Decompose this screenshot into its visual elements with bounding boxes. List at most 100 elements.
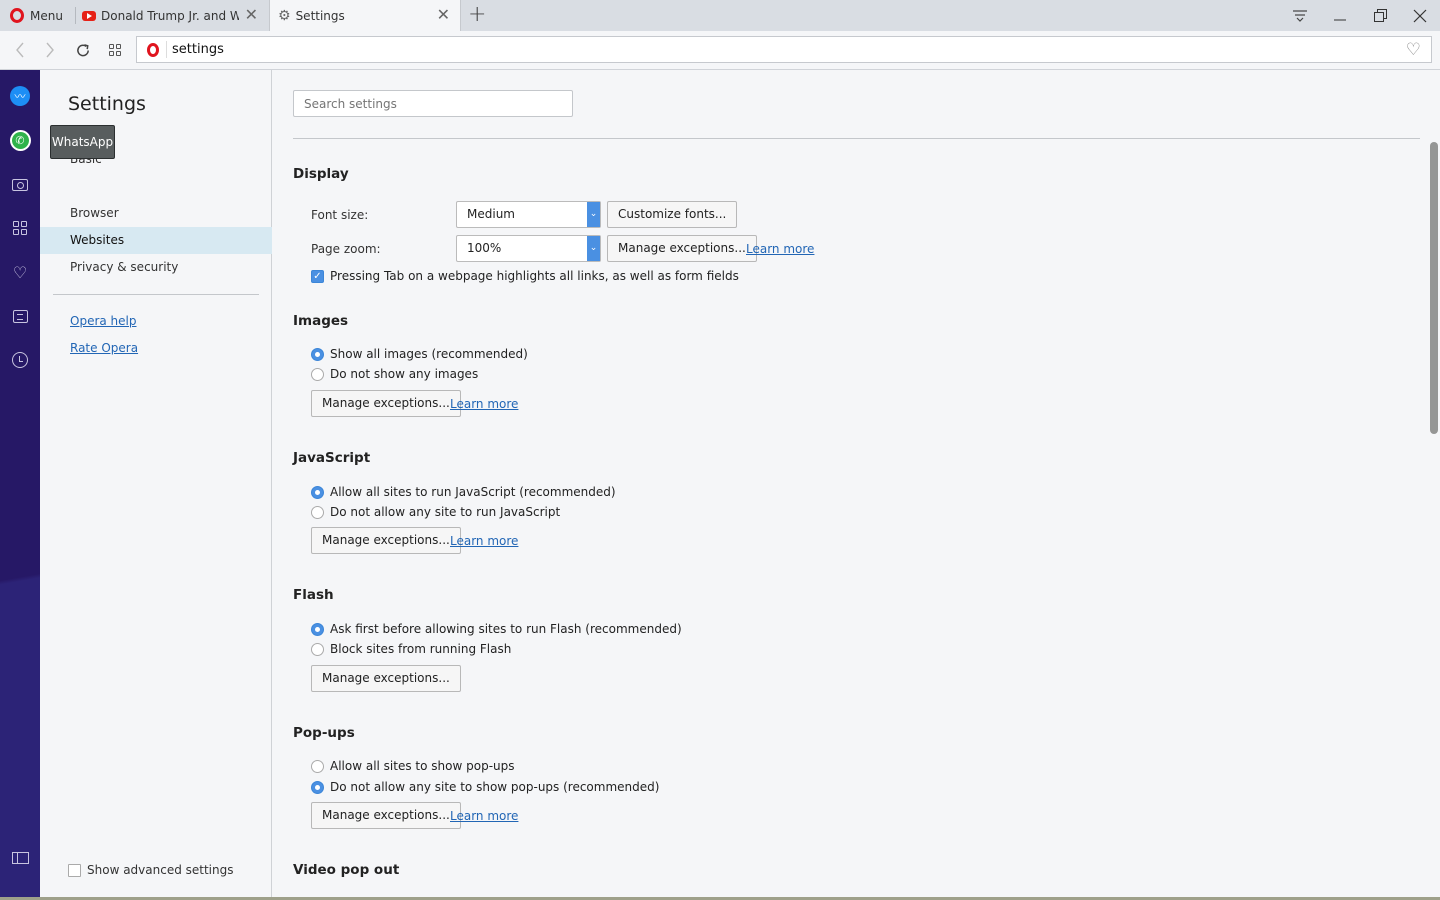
zoom-learn-more-link[interactable]: Learn more: [746, 242, 814, 256]
chevron-down-icon: ⌄: [587, 202, 600, 227]
option-label: Show all images (recommended): [330, 347, 528, 361]
forward-button[interactable]: [39, 39, 61, 61]
show-advanced-settings[interactable]: Show advanced settings: [68, 863, 234, 877]
popups-option-block[interactable]: Do not allow any site to show pop-ups (r…: [311, 780, 659, 794]
tab-highlight-checkbox[interactable]: ✓: [311, 269, 324, 283]
radio-unselected[interactable]: [311, 759, 324, 773]
history-button[interactable]: [9, 349, 31, 371]
tab-title: Donald Trump Jr. and WikiLeaks: [101, 8, 239, 23]
heart-icon: ♡: [12, 262, 28, 282]
close-window-icon[interactable]: [1400, 0, 1440, 31]
images-option-show[interactable]: Show all images (recommended): [311, 347, 528, 361]
javascript-manage-exceptions-button[interactable]: Manage exceptions...: [311, 527, 461, 554]
gear-icon: ⚙: [278, 7, 291, 24]
messenger-button[interactable]: 〰: [9, 85, 31, 107]
tab-highlight-label: Pressing Tab on a webpage highlights all…: [330, 269, 739, 283]
tab-title: Settings: [295, 8, 345, 23]
advanced-checkbox[interactable]: [68, 863, 81, 877]
popups-option-allow[interactable]: Allow all sites to show pop-ups: [311, 759, 515, 773]
font-size-value: Medium: [467, 207, 515, 221]
close-tab-icon[interactable]: ✕: [245, 7, 258, 23]
flash-option-block[interactable]: Block sites from running Flash: [311, 642, 511, 656]
page-zoom-select[interactable]: 100% ⌄: [456, 235, 601, 262]
news-button[interactable]: [9, 305, 31, 327]
images-option-hide[interactable]: Do not show any images: [311, 367, 478, 381]
radio-unselected[interactable]: [311, 367, 324, 381]
option-label: Do not allow any site to run JavaScript: [330, 505, 561, 519]
radio-selected[interactable]: [311, 347, 324, 361]
images-learn-more-link[interactable]: Learn more: [450, 397, 518, 411]
radio-unselected[interactable]: [311, 642, 324, 656]
nav-item-browser[interactable]: Browser: [40, 200, 272, 227]
settings-content: Display Font size: Medium ⌄ Customize fo…: [273, 70, 1428, 900]
youtube-icon: [82, 10, 96, 21]
reload-icon: [76, 43, 89, 56]
javascript-option-allow[interactable]: Allow all sites to run JavaScript (recom…: [311, 485, 616, 499]
opera-help-link[interactable]: Opera help: [70, 314, 137, 328]
close-tab-icon[interactable]: ✕: [437, 7, 450, 23]
option-label: Allow all sites to show pop-ups: [330, 759, 515, 773]
sidebar: 〰 ✆ ♡: [0, 70, 40, 900]
font-size-label: Font size:: [311, 208, 369, 222]
javascript-option-block[interactable]: Do not allow any site to run JavaScript: [311, 505, 560, 519]
speed-dial-sidebar-button[interactable]: [9, 217, 31, 239]
javascript-learn-more-link[interactable]: Learn more: [450, 534, 518, 548]
advanced-label: Show advanced settings: [87, 863, 234, 877]
reload-button[interactable]: [72, 39, 94, 61]
chevron-right-icon: [46, 42, 54, 58]
section-popups-title: Pop-ups: [293, 725, 355, 741]
bookmarks-button[interactable]: ♡: [9, 261, 31, 283]
flash-option-ask[interactable]: Ask first before allowing sites to run F…: [311, 622, 682, 636]
opera-menu-button[interactable]: Menu: [0, 0, 74, 31]
flash-manage-exceptions-button[interactable]: Manage exceptions...: [311, 665, 461, 692]
settings-nav: Settings Basic Browser Websites Privacy …: [40, 70, 272, 900]
popups-manage-exceptions-button[interactable]: Manage exceptions...: [311, 802, 461, 829]
restore-icon[interactable]: [1360, 0, 1400, 31]
camera-icon: [12, 179, 28, 191]
nav-item-websites[interactable]: Websites: [40, 227, 272, 254]
tab-separator: [75, 7, 76, 24]
radio-unselected[interactable]: [311, 505, 324, 519]
rate-opera-link[interactable]: Rate Opera: [70, 341, 138, 355]
nav-item-privacy-security[interactable]: Privacy & security: [40, 254, 272, 281]
page-zoom-label: Page zoom:: [311, 242, 381, 256]
panel-toggle-icon: [11, 852, 29, 864]
sidebar-toggle-button[interactable]: [9, 847, 31, 869]
toolbar: settings ♡: [0, 31, 1440, 70]
new-tab-button[interactable]: +: [468, 3, 486, 27]
address-bar[interactable]: settings ♡: [136, 36, 1432, 63]
radio-selected[interactable]: [311, 622, 324, 636]
zoom-manage-exceptions-button[interactable]: Manage exceptions...: [607, 235, 757, 262]
history-icon: [12, 352, 28, 368]
section-images-title: Images: [293, 313, 349, 329]
scrollbar-thumb[interactable]: [1430, 142, 1438, 434]
tab-youtube[interactable]: Donald Trump Jr. and WikiLeaks ✕: [78, 0, 268, 31]
font-size-select[interactable]: Medium ⌄: [456, 201, 601, 228]
chevron-down-icon: ⌄: [587, 236, 600, 261]
customize-fonts-button[interactable]: Customize fonts...: [607, 201, 738, 228]
popups-learn-more-link[interactable]: Learn more: [450, 809, 518, 823]
option-label: Do not show any images: [330, 367, 479, 381]
speed-dial-button[interactable]: [104, 39, 126, 61]
opera-logo-icon: [147, 42, 159, 57]
section-video-popout-title: Video pop out: [293, 862, 400, 878]
bookmark-heart-icon[interactable]: ♡: [1406, 40, 1421, 60]
speed-dial-icon: [109, 44, 121, 56]
snapshot-button[interactable]: [9, 174, 31, 196]
tab-settings[interactable]: ⚙ Settings ✕: [269, 0, 461, 31]
radio-selected[interactable]: [311, 485, 324, 499]
section-flash-title: Flash: [293, 587, 334, 603]
address-text[interactable]: settings: [172, 42, 224, 57]
tab-highlight-option[interactable]: ✓ Pressing Tab on a webpage highlights a…: [311, 269, 739, 283]
content-divider: [293, 138, 1420, 139]
images-manage-exceptions-button[interactable]: Manage exceptions...: [311, 390, 461, 417]
whatsapp-button[interactable]: ✆: [9, 129, 31, 151]
minimize-icon[interactable]: [1320, 0, 1360, 31]
tab-menu-icon[interactable]: [1280, 0, 1320, 31]
messenger-icon: 〰: [10, 86, 30, 106]
option-label: Ask first before allowing sites to run F…: [330, 622, 682, 636]
radio-selected[interactable]: [311, 780, 324, 794]
opera-logo-icon: [10, 8, 24, 23]
search-settings-input[interactable]: [293, 90, 573, 117]
back-button[interactable]: [9, 39, 31, 61]
